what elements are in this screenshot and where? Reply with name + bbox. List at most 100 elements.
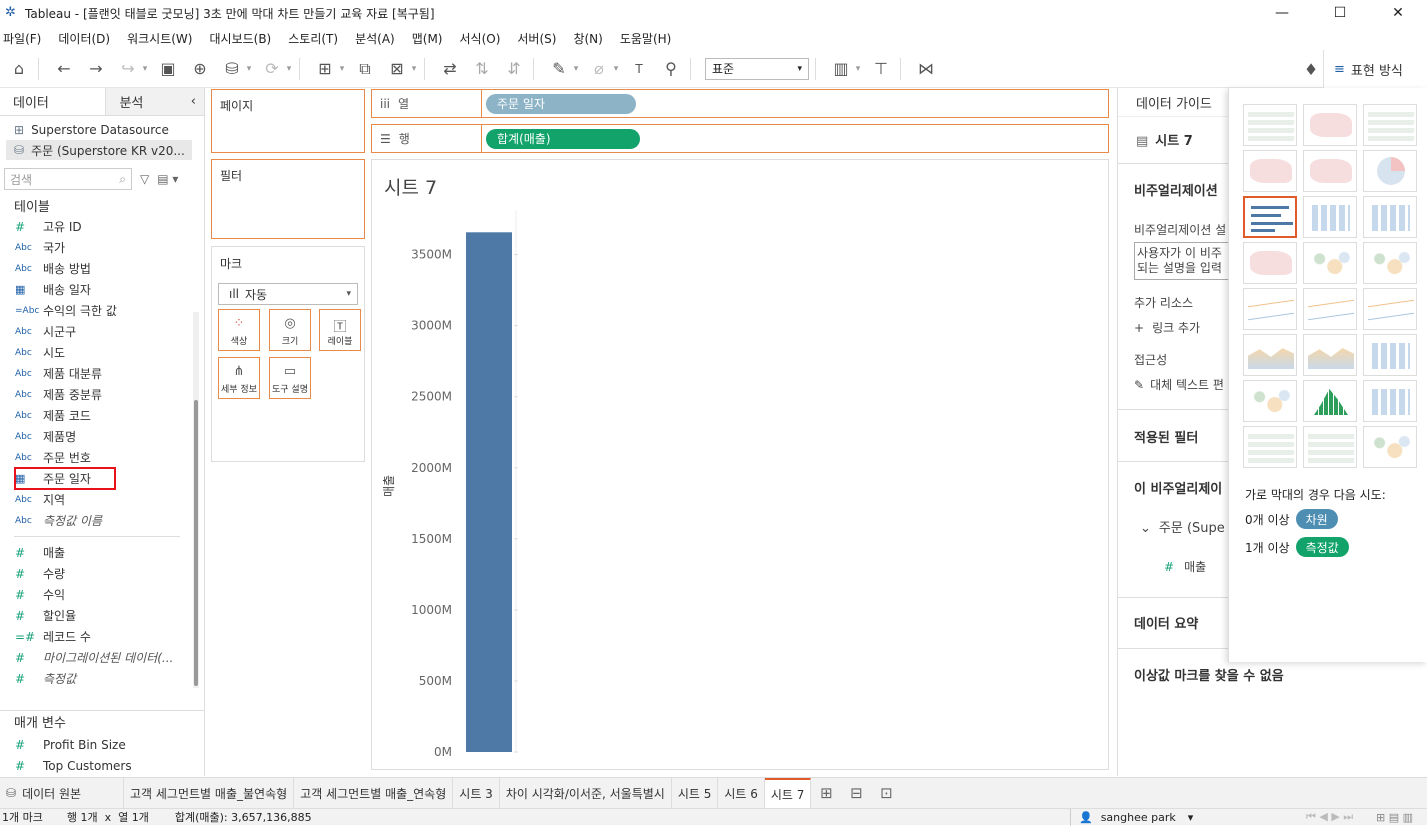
save-icon[interactable]: ▣ bbox=[155, 54, 181, 84]
dimension-field[interactable]: Abc 주문 번호 bbox=[0, 447, 204, 468]
parameter-field[interactable]: # Top Customers bbox=[0, 755, 205, 776]
sort-descending-icon[interactable]: ⇵ bbox=[501, 54, 527, 84]
filled-map-icon[interactable] bbox=[1303, 150, 1357, 192]
bar-mark[interactable] bbox=[466, 232, 512, 752]
line-continuous-icon[interactable] bbox=[1243, 288, 1297, 330]
redo-icon[interactable]: → bbox=[83, 54, 109, 84]
chevron-down-icon[interactable]: ▾ bbox=[285, 54, 293, 84]
measure-field[interactable]: # 수량 bbox=[0, 563, 204, 584]
scrollbar[interactable] bbox=[193, 312, 199, 688]
color-button[interactable]: ⁘ 색상 bbox=[218, 309, 260, 351]
home-icon[interactable]: ⌂ bbox=[6, 54, 32, 84]
treemap-icon[interactable] bbox=[1243, 242, 1297, 284]
dimension-field[interactable]: Abc 제품 대분류 bbox=[0, 363, 204, 384]
circle-view-icon[interactable] bbox=[1303, 242, 1357, 284]
label-button[interactable]: 🅃 레이블 bbox=[319, 309, 361, 351]
tab-data[interactable]: 데이터 bbox=[0, 88, 105, 115]
page-nav-icon[interactable]: ⏮ ◀ ▶ ⏭ bbox=[1306, 810, 1353, 824]
dimension-field[interactable]: Abc 배송 방법 bbox=[0, 258, 204, 279]
scrollbar-thumb[interactable] bbox=[194, 400, 198, 686]
minimize-button[interactable]: — bbox=[1253, 0, 1311, 26]
refresh-icon[interactable]: ⟳ bbox=[259, 54, 285, 84]
menu-help[interactable]: 도움말(H) bbox=[620, 30, 672, 47]
mark-type-select[interactable]: ıll 자동 ▾ bbox=[218, 283, 358, 305]
packed-bubbles-icon[interactable] bbox=[1363, 426, 1417, 468]
chevron-down-icon[interactable]: ▾ bbox=[338, 54, 346, 84]
area-continuous-icon[interactable] bbox=[1243, 334, 1297, 376]
menu-worksheet[interactable]: 워크시트(W) bbox=[127, 30, 192, 47]
labels-icon[interactable]: T bbox=[626, 54, 652, 84]
menu-window[interactable]: 창(N) bbox=[573, 30, 602, 47]
detail-button[interactable]: ⋔ 세부 정보 bbox=[218, 357, 260, 399]
dimension-field[interactable]: ▦ 주문 일자 bbox=[0, 467, 204, 490]
fit-select[interactable]: 표준 ▾ bbox=[705, 57, 809, 80]
dimension-field[interactable]: Abc 시도 bbox=[0, 342, 204, 363]
chevron-down-icon[interactable]: ▾ bbox=[410, 54, 418, 84]
pin-icon[interactable]: ⚲ bbox=[658, 54, 684, 84]
pause-updates-icon[interactable]: ⛁ bbox=[219, 54, 245, 84]
highlight-icon[interactable]: ✎ bbox=[546, 54, 572, 84]
measure-field[interactable]: # 측정값 bbox=[0, 668, 204, 689]
pages-shelf[interactable]: 페이지 bbox=[211, 89, 365, 153]
view-options-icon[interactable]: ▤ ▾ bbox=[157, 172, 178, 186]
dimension-field[interactable]: Abc 시군구 bbox=[0, 321, 204, 342]
chevron-down-icon[interactable]: ▾ bbox=[245, 54, 253, 84]
menu-file[interactable]: 파일(F) bbox=[3, 30, 41, 47]
dimension-field[interactable]: Abc 제품 코드 bbox=[0, 405, 204, 426]
heat-map-icon[interactable] bbox=[1303, 104, 1357, 146]
chevron-down-icon[interactable]: ▾ bbox=[612, 54, 620, 84]
collapse-icon[interactable]: ‹ bbox=[191, 94, 196, 109]
maximize-button[interactable]: ☐ bbox=[1311, 0, 1369, 26]
line-discrete-icon[interactable] bbox=[1303, 288, 1357, 330]
viz-desc-input[interactable]: 사용자가 이 비주 되는 설명을 입력 bbox=[1134, 242, 1234, 280]
gantt-chart-icon[interactable] bbox=[1243, 426, 1297, 468]
new-sheet-icon[interactable]: ⊞ bbox=[312, 54, 338, 84]
menu-analysis[interactable]: 분석(A) bbox=[355, 30, 395, 47]
chevron-down-icon[interactable]: ▾ bbox=[854, 54, 862, 84]
dual-line-icon[interactable] bbox=[1363, 288, 1417, 330]
new-dashboard-icon[interactable]: ⊟ bbox=[841, 778, 871, 808]
grid-view-icon[interactable]: ⊞ ▤ ▥ bbox=[1376, 811, 1413, 824]
columns-pill[interactable]: 주문 일자 bbox=[486, 93, 636, 114]
menu-data[interactable]: 데이터(D) bbox=[58, 30, 110, 47]
histogram-icon[interactable] bbox=[1303, 380, 1357, 422]
highlight-table-icon[interactable] bbox=[1363, 104, 1417, 146]
dimension-field[interactable]: Abc 제품명 bbox=[0, 426, 204, 447]
group-icon[interactable]: ⌀ bbox=[586, 54, 612, 84]
alt-text-button[interactable]: ✎ 대체 텍스트 편 bbox=[1118, 376, 1228, 393]
replay-icon[interactable]: ↪ bbox=[115, 54, 141, 84]
new-story-icon[interactable]: ⊡ bbox=[871, 778, 901, 808]
user-menu[interactable]: 👤 sanghee park ▾ bbox=[1070, 809, 1193, 826]
duplicate-sheet-icon[interactable]: ⧉ bbox=[352, 54, 378, 84]
search-input[interactable]: 검색 ⌕ bbox=[4, 168, 132, 190]
horizontal-bar-icon[interactable] bbox=[1243, 196, 1297, 238]
worksheet-view[interactable]: 시트 7 0M 500M 1000M 1500M 2000M 2500M 3000M 3500… bbox=[371, 159, 1109, 770]
tab-sheet-active[interactable]: 시트 7 bbox=[764, 778, 812, 808]
swap-icon[interactable]: ⇄ bbox=[437, 54, 463, 84]
tab-sheet[interactable]: 시트 3 bbox=[453, 778, 500, 808]
menu-map[interactable]: 맵(M) bbox=[412, 30, 443, 47]
show-cards-icon[interactable]: ▥ bbox=[828, 54, 854, 84]
measure-field[interactable]: # 할인율 bbox=[0, 605, 204, 626]
tab-sheet[interactable]: 시트 6 bbox=[718, 778, 765, 808]
filter-pin-icon[interactable]: ♦ bbox=[1298, 54, 1324, 84]
area-discrete-icon[interactable] bbox=[1303, 334, 1357, 376]
measure-field[interactable]: # 매출 bbox=[0, 542, 204, 563]
side-by-side-circle-icon[interactable] bbox=[1363, 242, 1417, 284]
chevron-down-icon[interactable]: ▾ bbox=[572, 54, 580, 84]
measure-field[interactable]: # 마이그레이션된 데이터(... bbox=[0, 647, 204, 668]
undo-icon[interactable]: ← bbox=[51, 54, 77, 84]
tab-sheet[interactable]: 고객 세그먼트별 매출_연속형 bbox=[294, 778, 454, 808]
new-worksheet-icon[interactable]: ⊞ bbox=[811, 778, 841, 808]
datasource-item[interactable]: ⊞ Superstore Datasource bbox=[0, 120, 204, 140]
dimension-field[interactable]: Abc 측정값 이름 bbox=[0, 510, 204, 531]
dimension-field[interactable]: Abc 지역 bbox=[0, 489, 204, 510]
dual-combination-icon[interactable] bbox=[1363, 334, 1417, 376]
pie-chart-icon[interactable] bbox=[1363, 150, 1417, 192]
measure-field[interactable]: # 수익 bbox=[0, 584, 204, 605]
measure-field[interactable]: =# 레코드 수 bbox=[0, 626, 204, 647]
menu-dashboard[interactable]: 대시보드(B) bbox=[209, 30, 271, 47]
filters-shelf[interactable]: 필터 bbox=[211, 159, 365, 239]
dimension-field[interactable]: Abc 국가 bbox=[0, 237, 204, 258]
box-plot-icon[interactable] bbox=[1363, 380, 1417, 422]
